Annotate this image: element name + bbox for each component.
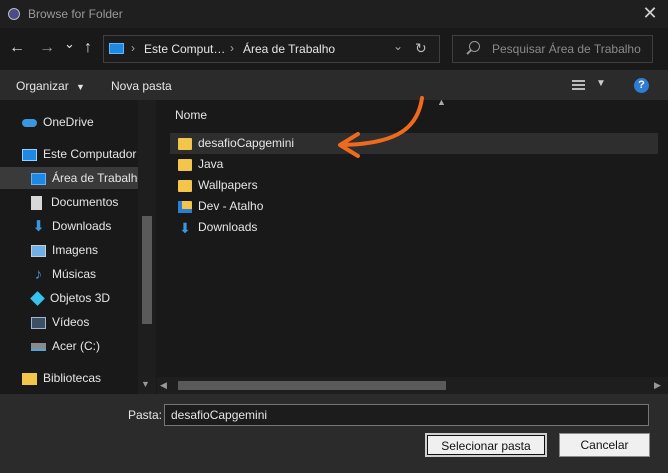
tree-item-label: Este Computador (43, 147, 137, 161)
chevron-down-icon: ▼ (76, 82, 85, 92)
breadcrumb-separator-icon: › (230, 41, 234, 55)
navigation-pane: OneDrive Este Computador Área de Trabalh… (0, 100, 156, 394)
list-item-label: Wallpapers (198, 178, 258, 192)
sort-ascending-icon: ▲ (437, 97, 446, 107)
scroll-right-icon[interactable]: ▶ (654, 380, 661, 391)
computer-icon (22, 148, 37, 161)
back-arrow-icon[interactable]: ← (9, 38, 25, 58)
tree-item-label: Acer (C:) (52, 339, 100, 353)
select-folder-button[interactable]: Selecionar pasta (425, 433, 547, 457)
column-header-name[interactable]: Nome (175, 108, 207, 122)
list-item-label: Downloads (198, 220, 258, 234)
app-icon (8, 8, 20, 20)
tree-item-label: Objetos 3D (50, 291, 111, 305)
list-item[interactable]: ⬇ Downloads (170, 217, 658, 238)
folder-icon (178, 158, 192, 171)
view-options-chevron-icon[interactable]: ▼ (596, 78, 606, 89)
tree-item-downloads[interactable]: ⬇ Downloads (31, 215, 111, 237)
tree-item-label: Bibliotecas (43, 371, 102, 385)
list-item[interactable]: Wallpapers (170, 175, 658, 196)
annotation-arrow-icon (338, 96, 424, 158)
pictures-icon (31, 244, 46, 257)
tree-item-music[interactable]: ♪ Músicas (31, 263, 96, 285)
tree-item-label: Downloads (52, 219, 112, 233)
libraries-icon (22, 372, 37, 385)
objects-3d-icon (30, 291, 45, 307)
title-bar: Browse for Folder ✕ (0, 0, 668, 28)
forward-arrow-icon[interactable]: → (39, 38, 55, 58)
drive-icon (31, 342, 46, 351)
folder-field[interactable]: desafioCapgemini (164, 404, 649, 426)
tree-item-3d-objects[interactable]: Objetos 3D (30, 287, 111, 309)
list-item-label: desafioCapgemini (198, 136, 295, 150)
folder-field-label: Pasta: (128, 408, 163, 422)
cancel-button[interactable]: Cancelar (559, 433, 650, 457)
breadcrumb-item-computer[interactable]: Este Comput… (144, 42, 225, 56)
breadcrumb-separator-icon: › (131, 41, 135, 55)
tree-item-computer[interactable]: Este Computador (22, 143, 136, 165)
search-icon (469, 41, 480, 52)
tree-item-label: Área de Trabalho (52, 171, 145, 185)
videos-icon (31, 316, 46, 329)
refresh-icon[interactable]: ↻ (415, 40, 427, 57)
recent-locations-chevron-icon[interactable]: ⌄ (64, 34, 75, 54)
list-item[interactable]: Dev - Atalho (170, 196, 658, 217)
downloads-shortcut-icon: ⬇ (179, 219, 191, 236)
tree-item-label: Vídeos (52, 315, 90, 329)
desktop-icon (31, 172, 46, 185)
tree-item-documents[interactable]: Documentos (31, 191, 118, 213)
help-icon[interactable]: ? (634, 78, 649, 93)
tree-item-libraries[interactable]: Bibliotecas (22, 367, 101, 389)
music-icon: ♪ (34, 265, 43, 283)
horizontal-scrollbar-thumb[interactable] (178, 381, 446, 390)
view-options-icon[interactable] (572, 80, 585, 91)
folder-shortcut-icon (178, 200, 192, 213)
new-folder-button[interactable]: Nova pasta (111, 79, 172, 93)
scroll-left-icon[interactable]: ◀ (160, 380, 167, 391)
address-dropdown-icon[interactable]: ⌄ (393, 39, 403, 53)
navigation-scrollbar-thumb[interactable] (142, 216, 152, 324)
search-placeholder: Pesquisar Área de Trabalho (492, 42, 641, 56)
organize-label: Organizar (16, 79, 69, 93)
list-item-label: Dev - Atalho (198, 199, 264, 213)
tree-item-label: Imagens (52, 243, 99, 257)
close-icon[interactable]: ✕ (640, 3, 660, 23)
organize-menu-button[interactable]: Organizar ▼ (16, 79, 85, 93)
folder-icon (178, 179, 192, 192)
breadcrumb-item-desktop[interactable]: Área de Trabalho (243, 42, 335, 56)
computer-icon (109, 43, 124, 54)
tree-item-videos[interactable]: Vídeos (31, 311, 89, 333)
tree-item-label: OneDrive (43, 115, 94, 129)
window-title: Browse for Folder (28, 7, 123, 21)
tree-item-onedrive[interactable]: OneDrive (22, 111, 94, 133)
search-box[interactable]: Pesquisar Área de Trabalho (452, 35, 653, 63)
tree-item-pictures[interactable]: Imagens (31, 239, 98, 261)
scroll-down-icon[interactable]: ▼ (141, 379, 150, 389)
tree-item-label: Documentos (51, 195, 119, 209)
tree-item-label: Músicas (52, 267, 97, 281)
folder-icon (178, 137, 192, 150)
list-item-label: Java (198, 157, 224, 171)
onedrive-icon (22, 118, 37, 127)
up-arrow-icon[interactable]: ↑ (84, 38, 92, 58)
tree-item-drive-c[interactable]: Acer (C:) (31, 335, 100, 357)
documents-icon (31, 195, 42, 210)
tree-item-desktop[interactable]: Área de Trabalho (0, 167, 144, 189)
address-bar[interactable]: › Este Comput… › Área de Trabalho ⌄ ↻ (103, 35, 440, 63)
downloads-icon: ⬇ (32, 217, 45, 235)
